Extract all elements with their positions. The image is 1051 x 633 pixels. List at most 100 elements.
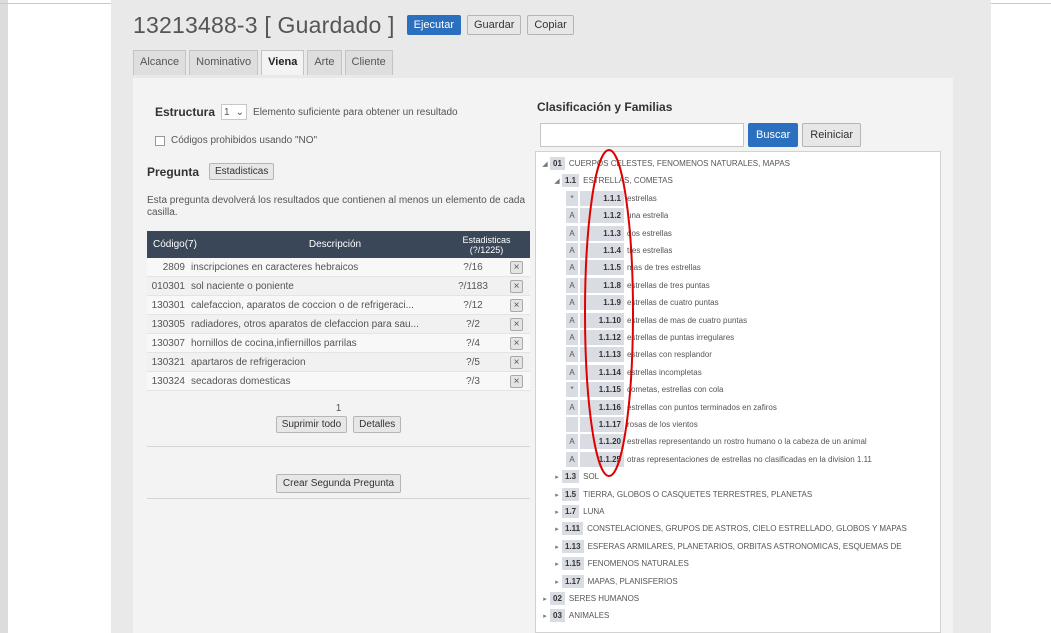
tree-leaf[interactable]: A 1.1.5 mas de tres estrellas	[566, 259, 701, 276]
remove-row-button[interactable]: ×	[510, 374, 523, 388]
collapsed-triangle-icon[interactable]: ▸	[552, 560, 562, 568]
collapsed-triangle-icon[interactable]: ▸	[540, 612, 550, 620]
tab-cliente[interactable]: Cliente	[344, 50, 393, 75]
leaf-code: 1.1.20	[580, 434, 624, 449]
leaf-code: 1.1.15	[580, 382, 624, 397]
collapsed-triangle-icon[interactable]: ▸	[552, 508, 562, 516]
crear-segunda-pregunta-button[interactable]: Crear Segunda Pregunta	[275, 474, 402, 493]
tree-node-1-1[interactable]: ◢ 1.1 ESTRELLAS, COMETAS	[552, 172, 673, 189]
node-label: MAPAS, PLANISFERIOS	[587, 577, 678, 586]
tree-leaf[interactable]: A 1.1.14 estrellas incompletas	[566, 364, 702, 381]
remove-row-button[interactable]: ×	[510, 260, 523, 274]
col-stats-header[interactable]: Estadisticas (?/1225)	[443, 235, 530, 255]
table-row[interactable]: 2809 inscripciones en caracteres hebraico…	[147, 258, 530, 277]
table-row[interactable]: 130307 hornillos de cocina,infiernillos p…	[147, 334, 530, 353]
tree-leaf[interactable]: * 1.1.15 cometas, estrellas con cola	[566, 381, 724, 398]
tab-nominativo[interactable]: Nominativo	[189, 50, 259, 75]
row-description: hornillos de cocina,infiernillos parrila…	[191, 337, 357, 349]
collapsed-triangle-icon[interactable]: ▸	[552, 543, 562, 551]
leaf-marker: A	[566, 347, 578, 362]
table-row[interactable]: 130324 secadoras domesticas ?/3 ×	[147, 372, 530, 391]
ejecutar-button[interactable]: Ejecutar	[406, 15, 461, 35]
tree-leaf[interactable]: A 1.1.16 estrellas con puntos terminados e…	[566, 399, 777, 416]
row-description: sol naciente o poniente	[191, 280, 294, 292]
reiniciar-button[interactable]: Reiniciar	[802, 123, 862, 147]
remove-row-button[interactable]: ×	[510, 355, 523, 369]
collapsed-triangle-icon[interactable]: ▸	[552, 473, 562, 481]
col-desc-header[interactable]: Descripción	[227, 239, 443, 250]
tree-node-01[interactable]: ◢ 01 CUERPOS CELESTES, FENOMENOS NATURALES…	[540, 155, 790, 172]
tree-leaf[interactable]: A 1.1.3 dos estrellas	[566, 225, 672, 242]
remove-row-button[interactable]: ×	[510, 317, 523, 331]
expanded-triangle-icon[interactable]: ◢	[540, 160, 550, 168]
leaf-label: estrellas con puntos terminados en zafir…	[627, 403, 777, 412]
table-row[interactable]: 130305 radiadores, otros aparatos de clef…	[147, 315, 530, 334]
close-icon: ×	[513, 299, 520, 311]
tree-leaf[interactable]: A 1.1.25 otras representaciones de estrell…	[566, 451, 872, 468]
prohibidos-checkbox[interactable]	[155, 135, 165, 146]
remove-row-button[interactable]: ×	[510, 298, 523, 312]
leaf-label: rosas de los vientos	[627, 420, 698, 429]
tree-node-sibling[interactable]: ▸ 1.11 CONSTELACIONES, GRUPOS DE ASTROS, C…	[552, 520, 907, 537]
collapsed-triangle-icon[interactable]: ▸	[552, 525, 562, 533]
row-description: radiadores, otros aparatos de clefaccion…	[191, 318, 419, 330]
table-row[interactable]: 130301 calefaccion, aparatos de coccion o…	[147, 296, 530, 315]
tree-leaf[interactable]: A 1.1.8 estrellas de tres puntas	[566, 277, 710, 294]
close-icon: ×	[513, 337, 520, 349]
tree-leaf[interactable]: A 1.1.9 estrellas de cuatro puntas	[566, 294, 719, 311]
node-code: 02	[550, 592, 565, 605]
leaf-label: estrellas representando un rostro humano…	[627, 437, 867, 446]
guardar-button[interactable]: Guardar	[467, 15, 522, 35]
tab-arte[interactable]: Arte	[307, 50, 342, 75]
tree-leaf[interactable]: * 1.1.1 estrellas	[566, 190, 657, 207]
row-description: secadoras domesticas	[191, 375, 291, 387]
tree-leaf[interactable]: A 1.1.20 estrellas representando un rostro…	[566, 433, 867, 450]
row-code: 130301	[151, 299, 185, 311]
collapsed-triangle-icon[interactable]: ▸	[552, 491, 562, 499]
remove-row-button[interactable]: ×	[510, 336, 523, 350]
tree-leaf[interactable]: A 1.1.12 estrellas de puntas irregulares	[566, 329, 734, 346]
tree-node-sibling[interactable]: ▸ 1.7 LUNA	[552, 503, 604, 520]
leaf-marker	[566, 417, 578, 432]
leaf-marker: A	[566, 243, 578, 258]
estructura-select[interactable]: 1 ⌄	[221, 104, 248, 120]
copiar-button[interactable]: Copiar	[527, 15, 574, 35]
buscar-button[interactable]: Buscar	[748, 123, 799, 147]
tab-alcance[interactable]: Alcance	[133, 50, 187, 75]
suprimir-todo-button[interactable]: Suprimir todo	[275, 416, 348, 433]
classification-tree: ◢ 01 CUERPOS CELESTES, FENOMENOS NATURALES…	[535, 151, 941, 633]
node-label: LUNA	[583, 507, 605, 516]
tree-node-sibling[interactable]: ▸ 1.17 MAPAS, PLANISFERIOS	[552, 573, 678, 590]
tree-node-sibling[interactable]: ▸ 1.15 FENOMENOS NATURALES	[552, 555, 689, 572]
col-code-header[interactable]: Código(7)	[147, 239, 227, 250]
tab-viena[interactable]: Viena	[261, 50, 305, 75]
close-icon: ×	[513, 375, 520, 387]
tree-leaf[interactable]: A 1.1.10 estrellas de mas de cuatro puntas	[566, 312, 747, 329]
tree-leaf[interactable]: A 1.1.13 estrellas con resplandor	[566, 346, 712, 363]
tree-leaf[interactable]: A 1.1.2 una estrella	[566, 207, 668, 224]
collapsed-triangle-icon[interactable]: ▸	[540, 595, 550, 603]
row-remove-cell: ×	[503, 279, 530, 293]
screen: 13213488-3 [ Guardado ] Ejecutar Guardar…	[0, 0, 1051, 633]
detalles-button[interactable]: Detalles	[353, 416, 402, 433]
segunda-row: Crear Segunda Pregunta	[147, 474, 530, 493]
pregunta-row: Pregunta Estadisticas	[147, 163, 275, 180]
tree-leaf[interactable]: A 1.1.4 tres estrellas	[566, 242, 672, 259]
remove-row-button[interactable]: ×	[510, 279, 523, 293]
estadisticas-button[interactable]: Estadisticas	[209, 163, 275, 180]
tree-leaf[interactable]: 1.1.17 rosas de los vientos	[566, 416, 698, 433]
table-row[interactable]: 130321 apartaros de refrigeracion ?/5 ×	[147, 353, 530, 372]
tree-node-sibling[interactable]: ▸ 1.3 SOL	[552, 468, 599, 485]
leaf-label: dos estrellas	[627, 229, 672, 238]
expanded-triangle-icon[interactable]: ◢	[552, 177, 562, 185]
tree-node-top[interactable]: ▸ 03 ANIMALES	[540, 607, 609, 624]
collapsed-triangle-icon[interactable]: ▸	[552, 578, 562, 586]
search-input[interactable]	[540, 123, 744, 147]
tree-node-top[interactable]: ▸ 02 SERES HUMANOS	[540, 590, 639, 607]
tree-node-sibling[interactable]: ▸ 1.13 ESFERAS ARMILARES, PLANETARIOS, ORB…	[552, 538, 902, 555]
chevron-down-icon: ⌄	[235, 106, 245, 118]
row-stats: ?/12	[463, 299, 483, 311]
table-row[interactable]: 010301 sol naciente o poniente ?/1183 ×	[147, 277, 530, 296]
leaf-label: mas de tres estrellas	[627, 263, 701, 272]
tree-node-sibling[interactable]: ▸ 1.5 TIERRA, GLOBOS O CASQUETES TERRESTRE…	[552, 486, 812, 503]
